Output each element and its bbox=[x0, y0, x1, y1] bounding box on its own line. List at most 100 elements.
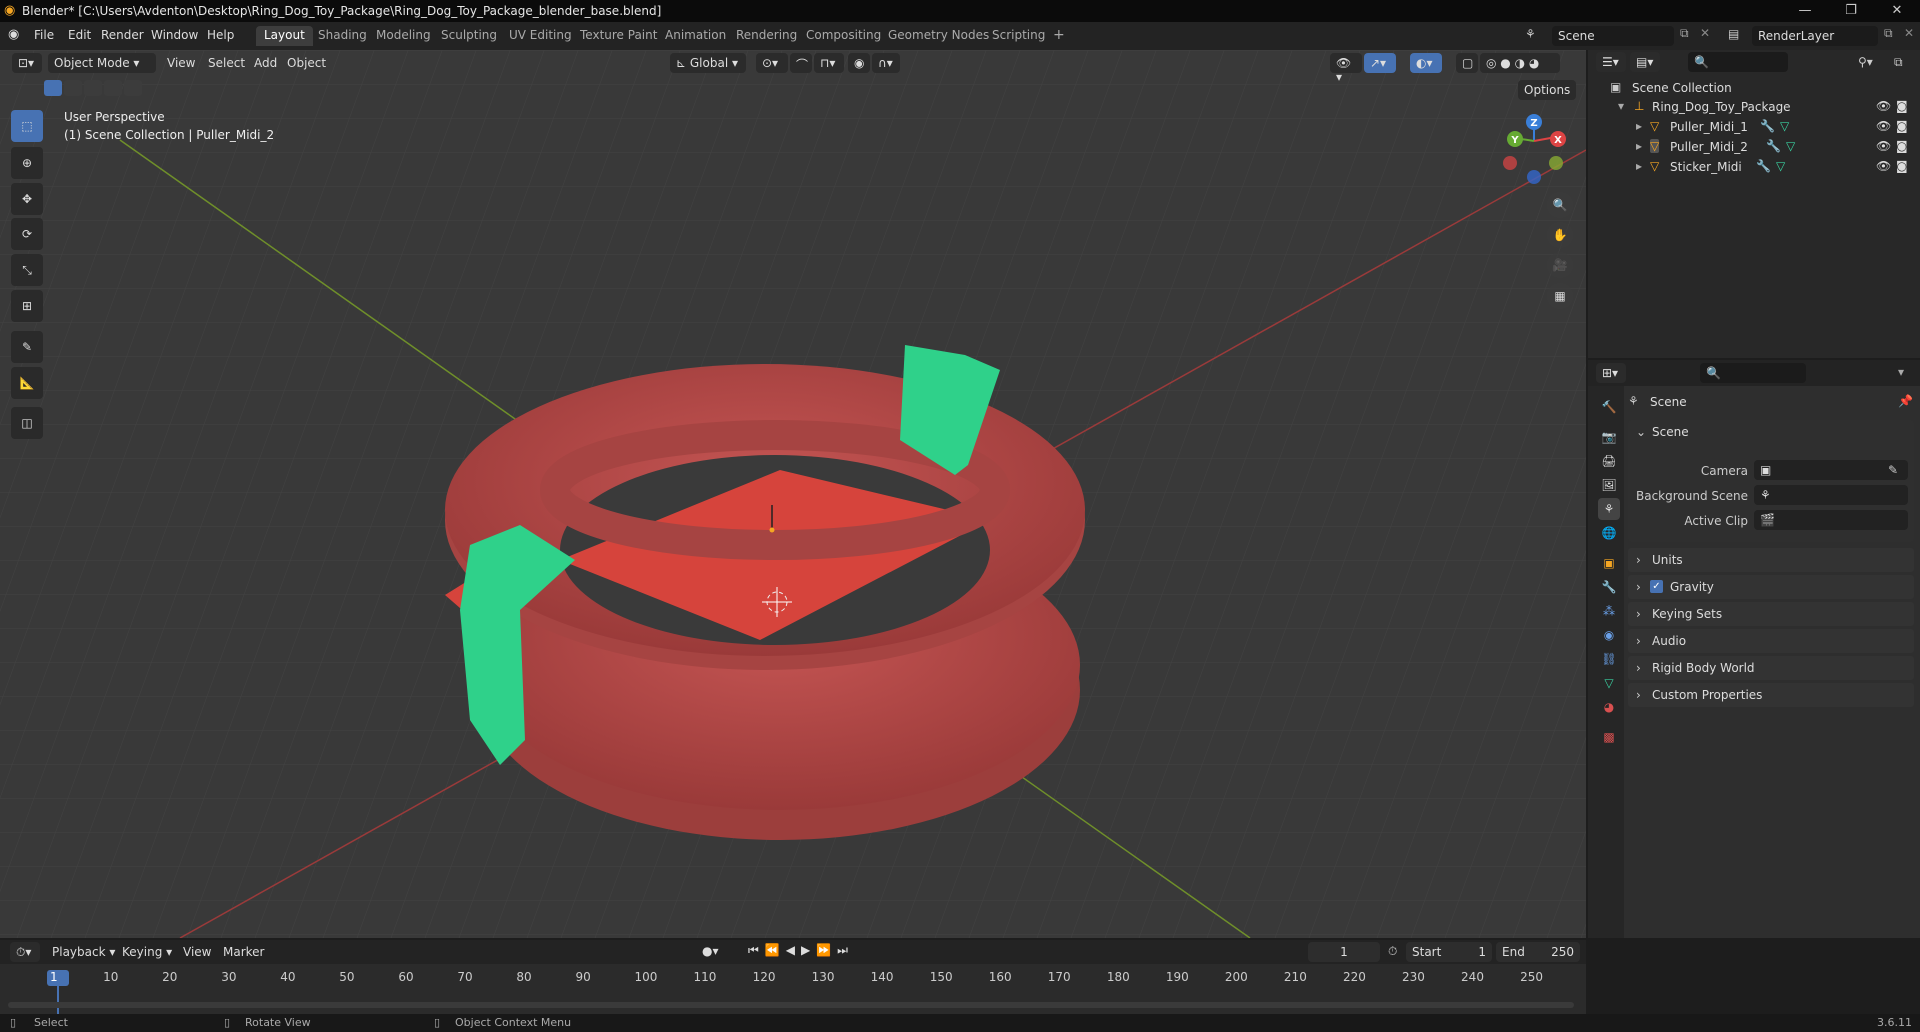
start-frame-field[interactable]: Start 1 bbox=[1406, 942, 1492, 962]
select-box-tool[interactable]: ⬚ bbox=[11, 110, 43, 142]
tab-scripting[interactable]: Scripting bbox=[984, 26, 1053, 46]
rotate-tool[interactable]: ⟳ bbox=[11, 218, 43, 250]
gravity-checkbox[interactable]: ✓ bbox=[1650, 580, 1663, 593]
units-panel[interactable]: › Units bbox=[1628, 548, 1914, 572]
editor-type-icon[interactable]: ⊡▾ bbox=[12, 53, 42, 73]
3d-viewport[interactable]: Z X Y User Perspective (1) Scene Collect… bbox=[0, 50, 1586, 938]
timeline-ruler[interactable]: 1 10 20 30 40 50 60 70 80 90 100 110 120 130 140 150 160… bbox=[0, 964, 1586, 992]
tab-geometry-nodes[interactable]: Geometry Nodes bbox=[880, 26, 997, 46]
menu-file[interactable]: File bbox=[34, 28, 54, 42]
expand-right-icon[interactable]: ▸ bbox=[1636, 159, 1642, 173]
outliner-display-mode-icon[interactable]: ▤▾ bbox=[1630, 52, 1660, 72]
select-subtract-icon[interactable] bbox=[84, 80, 102, 96]
outliner-search-input[interactable]: 🔍 bbox=[1688, 52, 1788, 72]
tab-layout[interactable]: Layout bbox=[256, 26, 313, 46]
viewport-menu-add[interactable]: Add bbox=[254, 56, 277, 70]
camera-render-icon[interactable]: ◙ bbox=[1896, 159, 1908, 173]
new-collection-icon[interactable]: ⧉ bbox=[1894, 55, 1903, 70]
current-frame-field[interactable]: 1 bbox=[1308, 942, 1380, 962]
renderlayer-new-icon[interactable]: ⧉ bbox=[1884, 26, 1893, 41]
proportional-edit-icon[interactable]: ◉ bbox=[848, 53, 870, 73]
transform-tool[interactable]: ⊞ bbox=[11, 290, 43, 322]
timeline-menu-keying[interactable]: Keying ▾ bbox=[122, 945, 172, 959]
tab-texture-paint[interactable]: Texture Paint bbox=[572, 26, 665, 46]
orientation-dropdown[interactable]: ⊾ Global ▾ bbox=[670, 53, 746, 73]
camera-render-icon[interactable]: ◙ bbox=[1896, 99, 1908, 113]
pin-icon[interactable]: 📌 bbox=[1898, 394, 1913, 408]
playback-controls[interactable]: ⏮⏪◀▶⏩⏭ bbox=[748, 943, 854, 958]
scene-delete-icon[interactable]: ✕ bbox=[1700, 26, 1710, 40]
tab-rendering[interactable]: Rendering bbox=[728, 26, 805, 46]
zoom-button[interactable]: 🔍 bbox=[1547, 192, 1573, 218]
timeline-menu-playback[interactable]: Playback ▾ bbox=[52, 945, 115, 959]
eye-icon[interactable]: 👁 bbox=[1876, 99, 1891, 113]
timeline-menu-marker[interactable]: Marker bbox=[223, 945, 264, 959]
gravity-panel[interactable]: › ✓ Gravity bbox=[1628, 575, 1914, 599]
tab-animation[interactable]: Animation bbox=[657, 26, 734, 46]
timeline-menu-view[interactable]: View bbox=[183, 945, 211, 959]
eye-icon[interactable]: 👁 bbox=[1876, 119, 1891, 133]
rigid-body-world-panel[interactable]: › Rigid Body World bbox=[1628, 656, 1914, 680]
eyedropper-icon[interactable]: ✎ bbox=[1888, 463, 1898, 477]
gizmo-toggle-icon[interactable]: ↗▾ bbox=[1364, 53, 1396, 73]
renderlayer-selector[interactable]: RenderLayer bbox=[1752, 26, 1878, 46]
select-invert-icon[interactable] bbox=[104, 80, 122, 96]
tab-world[interactable]: 🌐 bbox=[1598, 522, 1620, 544]
tab-scene[interactable]: ⚘ bbox=[1598, 498, 1620, 520]
scene-section-title[interactable]: Scene bbox=[1652, 425, 1689, 439]
visibility-icon[interactable]: 👁▾ bbox=[1330, 53, 1362, 84]
tab-output[interactable]: 🖨 bbox=[1598, 450, 1620, 472]
tab-tool[interactable]: 🔨 bbox=[1598, 396, 1620, 418]
custom-properties-panel[interactable]: › Custom Properties bbox=[1628, 683, 1914, 707]
expand-right-icon[interactable]: ▸ bbox=[1636, 119, 1642, 133]
expand-down-icon[interactable]: ▾ bbox=[1618, 99, 1624, 113]
menu-edit[interactable]: Edit bbox=[68, 28, 91, 42]
tab-particles[interactable]: ⁂ bbox=[1598, 600, 1620, 622]
expand-right-icon[interactable]: ▸ bbox=[1636, 139, 1642, 153]
end-frame-field[interactable]: End 250 bbox=[1496, 942, 1580, 962]
viewport-menu-view[interactable]: View bbox=[167, 56, 195, 70]
select-new-icon[interactable] bbox=[44, 80, 62, 96]
move-tool[interactable]: ✥ bbox=[11, 183, 43, 215]
tab-material[interactable]: ◕ bbox=[1598, 696, 1620, 718]
overlay-toggle-icon[interactable]: ◐▾ bbox=[1410, 53, 1442, 73]
outliner-row-object[interactable]: ▸ ▽ Puller_Midi_2 🔧 ▽ 👁 ◙ bbox=[1588, 137, 1920, 157]
tab-view-layer[interactable]: 🖼 bbox=[1598, 474, 1620, 496]
timeline-scrollbar[interactable] bbox=[8, 1002, 1574, 1008]
keying-sets-panel[interactable]: › Keying Sets bbox=[1628, 602, 1914, 626]
annotate-tool[interactable]: ✎ bbox=[11, 331, 43, 363]
tab-uv-editing[interactable]: UV Editing bbox=[501, 26, 580, 46]
properties-options-icon[interactable]: ▾ bbox=[1898, 365, 1904, 379]
tab-render[interactable]: 📷 bbox=[1598, 426, 1620, 448]
tab-data[interactable]: ▽ bbox=[1598, 672, 1620, 694]
outliner-row-object[interactable]: ▸ ▽ Sticker_Midi 🔧 ▽ 👁 ◙ bbox=[1588, 157, 1920, 177]
snap-icon[interactable]: ⌒ bbox=[790, 53, 812, 73]
active-clip-field[interactable]: 🎬 bbox=[1754, 510, 1908, 530]
stopwatch-icon[interactable]: ⏱ bbox=[1388, 944, 1397, 959]
camera-field[interactable]: ▣ bbox=[1754, 460, 1908, 480]
renderlayer-delete-icon[interactable]: ✕ bbox=[1904, 26, 1914, 40]
select-intersect-icon[interactable] bbox=[124, 80, 142, 96]
tab-physics[interactable]: ◉ bbox=[1598, 624, 1620, 646]
outliner-row-object[interactable]: ▸ ▽ Puller_Midi_1 🔧 ▽ 👁 ◙ bbox=[1588, 117, 1920, 137]
mode-dropdown[interactable]: Object Mode ▾ bbox=[48, 53, 156, 73]
maximize-button[interactable]: ❐ bbox=[1828, 0, 1874, 22]
falloff-icon[interactable]: ∩▾ bbox=[872, 53, 900, 73]
eye-icon[interactable]: 👁 bbox=[1876, 139, 1891, 153]
scene-new-icon[interactable]: ⧉ bbox=[1680, 26, 1689, 41]
eye-icon[interactable]: 👁 bbox=[1876, 159, 1891, 173]
close-button[interactable]: ✕ bbox=[1874, 0, 1920, 22]
filter-icon[interactable]: ⚲▾ bbox=[1858, 55, 1873, 69]
xray-icon[interactable]: ▢ bbox=[1456, 53, 1478, 73]
outliner-editor-type-icon[interactable]: ☰▾ bbox=[1596, 52, 1626, 72]
pivot-icon[interactable]: ⊙▾ bbox=[756, 53, 788, 73]
menu-help[interactable]: Help bbox=[207, 28, 234, 42]
add-cube-tool[interactable]: ◫ bbox=[11, 407, 43, 439]
measure-tool[interactable]: 📐 bbox=[11, 367, 43, 399]
options-dropdown[interactable]: Options bbox=[1518, 80, 1577, 100]
camera-view-button[interactable]: 🎥 bbox=[1547, 252, 1573, 278]
scene-selector[interactable]: Scene bbox=[1552, 26, 1674, 46]
camera-render-icon[interactable]: ◙ bbox=[1896, 119, 1908, 133]
add-workspace-icon[interactable]: + bbox=[1053, 27, 1065, 43]
scale-tool[interactable]: ⤡ bbox=[11, 254, 43, 286]
